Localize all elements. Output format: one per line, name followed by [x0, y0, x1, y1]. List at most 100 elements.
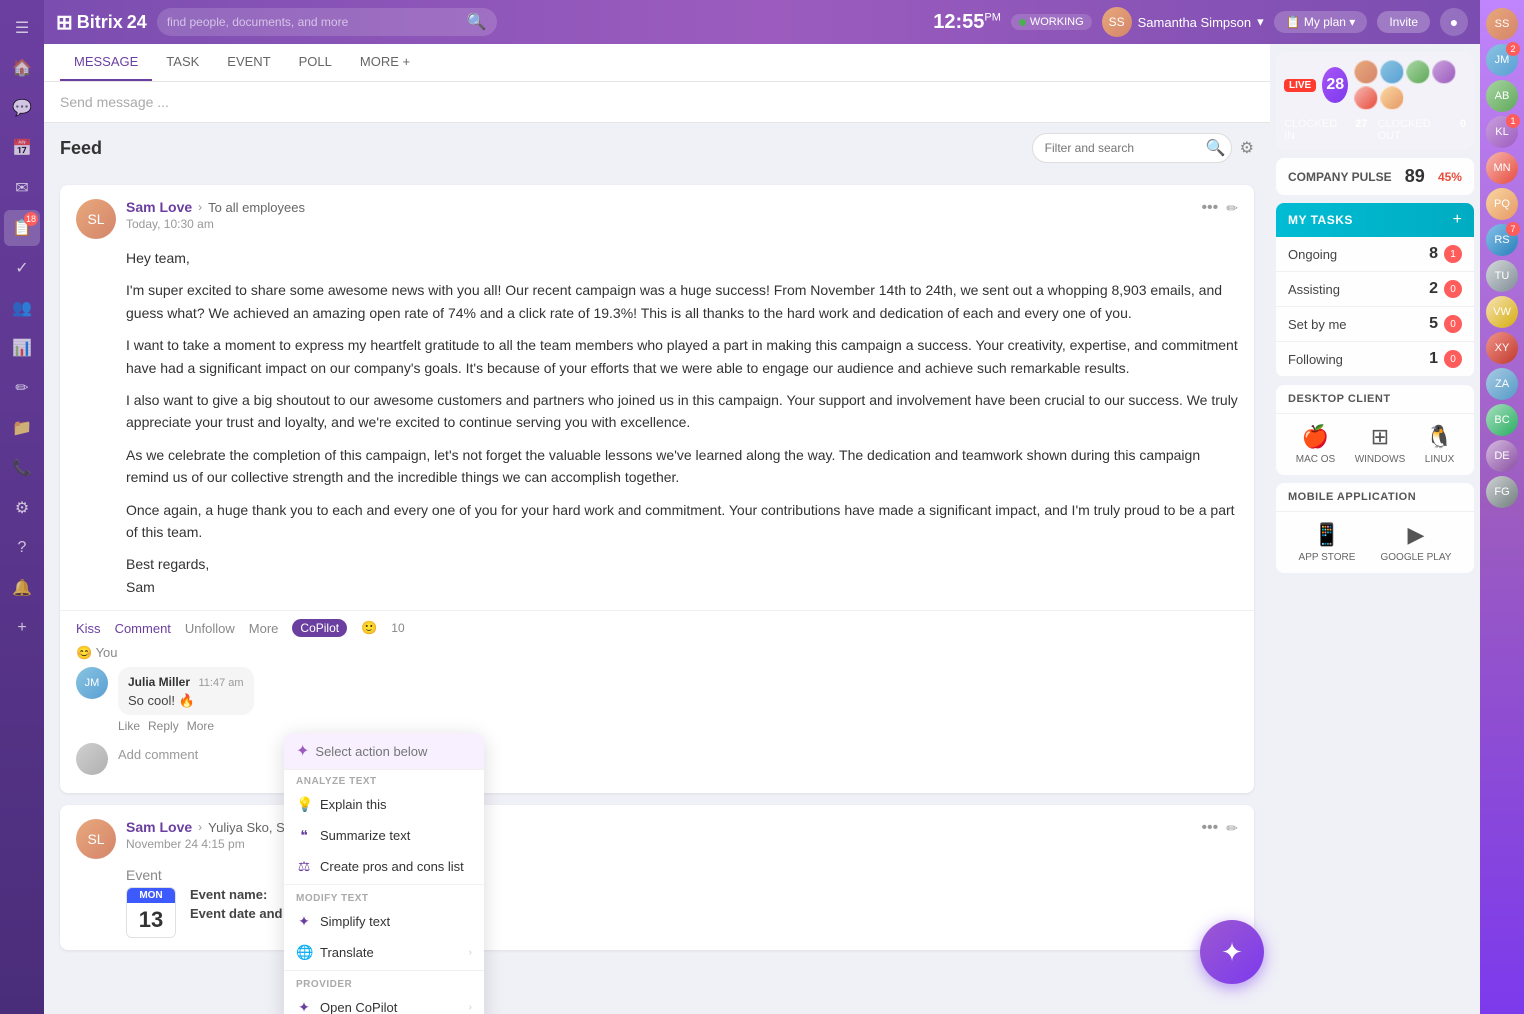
sidebar-plus[interactable]: +: [4, 610, 40, 646]
copilot-translate[interactable]: 🌐 Translate ›: [284, 937, 484, 968]
mobile-appstore[interactable]: 📱 APP STORE: [1299, 522, 1356, 563]
user-info[interactable]: SS Samantha Simpson ▾: [1102, 7, 1264, 37]
task-badge-ongoing: 1: [1444, 245, 1462, 263]
client-linux[interactable]: 🐧 LINUX: [1425, 424, 1454, 465]
client-macos[interactable]: 🍎 MAC OS: [1296, 424, 1335, 465]
post-body-p2: I want to take a moment to express my he…: [126, 334, 1238, 379]
tasks-add-button[interactable]: +: [1453, 211, 1462, 229]
desktop-client-section: DESKTOP CLIENT 🍎 MAC OS ⊞ WINDOWS 🐧 LINU…: [1276, 385, 1474, 475]
sidebar-users[interactable]: 👥: [4, 290, 40, 326]
feed-search-bar[interactable]: 🔍: [1032, 133, 1232, 163]
mobile-googleplay[interactable]: ▶ GOOGLE PLAY: [1380, 522, 1451, 563]
unfollow-action[interactable]: Unfollow: [185, 621, 235, 636]
sidebar-tasks[interactable]: ✓: [4, 250, 40, 286]
post-menu-icon-1[interactable]: •••: [1201, 199, 1218, 217]
comment-reply[interactable]: Reply: [148, 719, 179, 733]
task-row-assisting[interactable]: Assisting 2 0: [1276, 272, 1474, 307]
search-input[interactable]: [167, 15, 467, 29]
company-pulse[interactable]: COMPANY PULSE 89 45%: [1276, 158, 1474, 195]
sidebar-settings[interactable]: ⚙: [4, 490, 40, 526]
user-panel-avatar-1[interactable]: SS: [1486, 8, 1518, 40]
notifications-button[interactable]: ●: [1440, 8, 1468, 36]
copilot-pros-cons[interactable]: ⚖ Create pros and cons list: [284, 851, 484, 882]
user-initials-8: TU: [1495, 270, 1510, 282]
googleplay-label: GOOGLE PLAY: [1380, 552, 1451, 563]
live-avatar-3: [1406, 60, 1430, 84]
feed-search-input[interactable]: [1045, 141, 1200, 155]
sidebar-edit[interactable]: ✏: [4, 370, 40, 406]
post-edit-icon-1[interactable]: ✏: [1226, 200, 1238, 217]
copilot-open[interactable]: ✦ Open CoPilot ›: [284, 992, 484, 1014]
working-status[interactable]: WORKING: [1011, 14, 1092, 30]
post-body-greeting: Hey team,: [126, 247, 1238, 269]
sidebar-mail[interactable]: ✉: [4, 170, 40, 206]
tab-event[interactable]: EVENT: [213, 44, 284, 81]
my-plan-button[interactable]: 📋 My plan ▾: [1274, 11, 1368, 33]
post-author-1[interactable]: Sam Love: [126, 199, 192, 215]
sidebar-feed[interactable]: 📋 18: [4, 210, 40, 246]
sidebar-phone[interactable]: 📞: [4, 450, 40, 486]
tab-message[interactable]: MESSAGE: [60, 44, 152, 81]
post-card-1: SL Sam Love › To all employees Today, 10…: [60, 185, 1254, 793]
comment-like[interactable]: Like: [118, 719, 140, 733]
task-row-ongoing[interactable]: Ongoing 8 1: [1276, 237, 1474, 272]
sidebar-hamburger[interactable]: ☰: [4, 10, 40, 46]
user-panel-avatar-14[interactable]: FG: [1486, 476, 1518, 508]
copilot-fab[interactable]: ✦: [1200, 920, 1264, 984]
feed-scroll[interactable]: SL Sam Love › To all employees Today, 10…: [44, 173, 1270, 1014]
feed-settings-icon[interactable]: ⚙: [1240, 138, 1254, 158]
sidebar-calendar[interactable]: 📅: [4, 130, 40, 166]
copilot-summarize[interactable]: ❝ Summarize text: [284, 820, 484, 851]
user-panel-avatar-5[interactable]: MN: [1486, 152, 1518, 184]
sidebar-folder[interactable]: 📁: [4, 410, 40, 446]
search-bar[interactable]: 🔍: [157, 8, 497, 36]
copilot-explain-this[interactable]: 💡 Explain this: [284, 789, 484, 820]
sidebar-alert[interactable]: 🔔: [4, 570, 40, 606]
user-panel-avatar-3[interactable]: AB: [1486, 80, 1518, 112]
copilot-simplify[interactable]: ✦ Simplify text: [284, 906, 484, 937]
tab-more[interactable]: MORE +: [346, 44, 424, 81]
sidebar-help[interactable]: ?: [4, 530, 40, 566]
user-panel-avatar-4[interactable]: KL 1: [1486, 116, 1518, 148]
user-panel-avatar-7[interactable]: RS 7: [1486, 224, 1518, 256]
user-panel-avatar-13[interactable]: DE: [1486, 440, 1518, 472]
live-section: LIVE 28 CLOCKED IN 27 CLOCKED OUT: [1276, 52, 1474, 150]
add-comment-input[interactable]: Add comment: [118, 743, 198, 775]
sidebar-chat[interactable]: 💬: [4, 90, 40, 126]
compose-input-area[interactable]: Send message ...: [44, 82, 1270, 122]
feed-section: MESSAGE TASK EVENT POLL MORE + Send mess…: [44, 44, 1270, 1014]
you-indicator: 😊 You: [76, 645, 1238, 661]
task-row-following[interactable]: Following 1 0: [1276, 342, 1474, 377]
client-windows[interactable]: ⊞ WINDOWS: [1355, 424, 1406, 465]
event-avatar: SL: [76, 819, 116, 859]
event-cal-header: MON: [127, 888, 175, 903]
event-author[interactable]: Sam Love: [126, 819, 192, 835]
sidebar-home[interactable]: 🏠: [4, 50, 40, 86]
event-edit-icon[interactable]: ✏: [1226, 820, 1238, 837]
post-time-1: Today, 10:30 am: [126, 217, 1191, 231]
comment-more[interactable]: More: [187, 719, 214, 733]
comment-author-1[interactable]: Julia Miller: [128, 675, 190, 689]
comment-action[interactable]: Comment: [115, 621, 171, 636]
time-display: 12:55PM: [933, 11, 1001, 34]
user-panel-avatar-9[interactable]: VW: [1486, 296, 1518, 328]
event-menu-icon[interactable]: •••: [1201, 819, 1218, 837]
user-panel-avatar-12[interactable]: BC: [1486, 404, 1518, 436]
invite-button[interactable]: Invite: [1377, 11, 1430, 33]
tab-task[interactable]: TASK: [152, 44, 213, 81]
user-panel-avatar-10[interactable]: XY: [1486, 332, 1518, 364]
kiss-action[interactable]: Kiss: [76, 621, 101, 636]
user-panel-avatar-11[interactable]: ZA: [1486, 368, 1518, 400]
app-logo: ⊞ Bitrix 24: [56, 10, 147, 35]
sidebar-crm[interactable]: 📊: [4, 330, 40, 366]
user-panel-avatar-6[interactable]: PQ: [1486, 188, 1518, 220]
task-row-setbyme[interactable]: Set by me 5 0: [1276, 307, 1474, 342]
copilot-search-input[interactable]: [315, 744, 491, 759]
task-name-ongoing: Ongoing: [1288, 247, 1337, 262]
task-count-assisting: 2: [1429, 280, 1438, 298]
tab-poll[interactable]: POLL: [285, 44, 346, 81]
user-panel-avatar-8[interactable]: TU: [1486, 260, 1518, 292]
copilot-badge[interactable]: CoPilot: [292, 619, 347, 637]
more-action[interactable]: More: [249, 621, 279, 636]
user-panel-avatar-2[interactable]: JM 2: [1486, 44, 1518, 76]
